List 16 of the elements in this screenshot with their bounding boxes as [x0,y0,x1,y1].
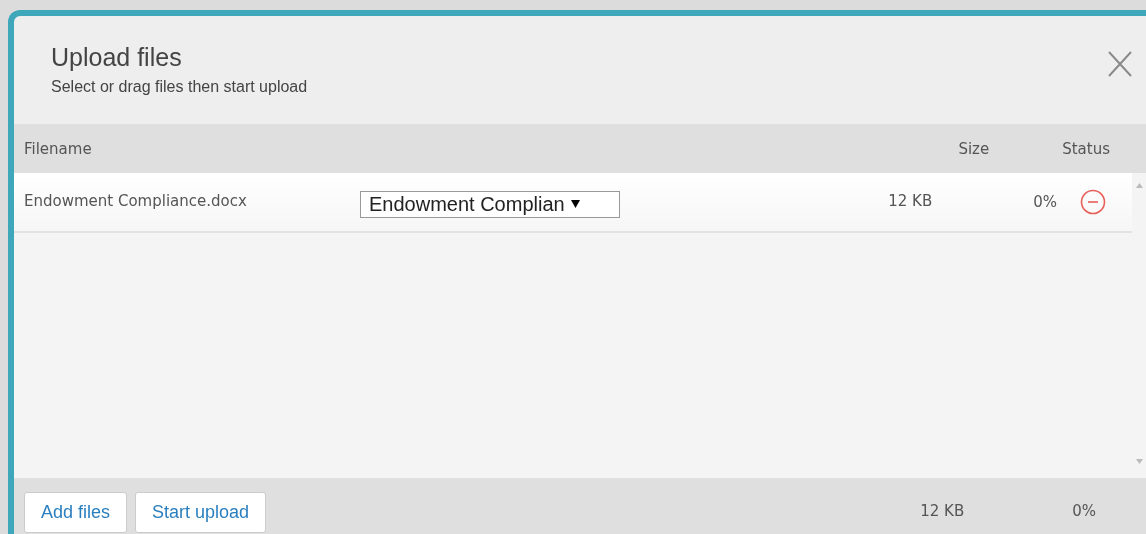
scroll-down-icon[interactable] [1135,459,1143,464]
category-dropdown[interactable]: Endowment Complian [360,190,620,218]
file-name: Endowment Compliance.docx [23,192,248,210]
close-icon[interactable] [1108,51,1132,77]
file-size: 12 KB [888,192,933,210]
column-header: Status [1062,139,1110,158]
column-header: Filename [24,139,93,158]
scroll-up-icon[interactable] [1135,183,1143,188]
total-size: 12 KB [920,502,965,520]
caret-icon [570,200,580,208]
remove-icon[interactable] [1080,189,1106,215]
column-header: Size [958,139,990,158]
dialog-title: Upload files [51,42,183,72]
footer-button[interactable]: Start upload [135,492,267,533]
dialog-subtitle: Select or drag files then start upload [51,78,308,96]
footer-button[interactable]: Add files [24,492,128,533]
